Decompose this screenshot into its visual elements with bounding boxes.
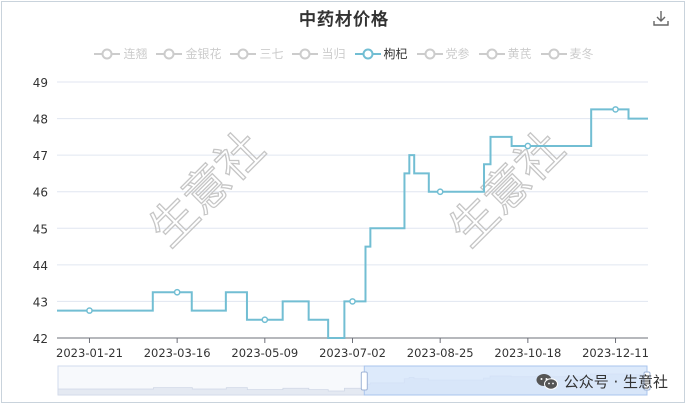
legend-item[interactable]: 枸杞 xyxy=(354,45,408,62)
legend-line-marker-icon xyxy=(230,48,257,59)
y-tick-label: 47 xyxy=(33,149,48,163)
x-tick-label: 2023-07-02 xyxy=(319,346,386,360)
chart-watermark-text: 生意社 xyxy=(439,121,575,257)
legend-item-label: 麦冬 xyxy=(569,47,594,61)
data-point xyxy=(261,316,269,324)
x-tick-label: 2023-01-21 xyxy=(56,346,123,360)
y-tick-label: 45 xyxy=(33,222,48,236)
legend-item[interactable]: 金银花 xyxy=(156,45,221,62)
legend-line-marker-icon xyxy=(292,48,319,59)
legend-item-label: 三七 xyxy=(259,47,284,61)
data-point xyxy=(173,288,181,296)
legend-item[interactable]: 党参 xyxy=(416,45,470,62)
y-tick-label: 48 xyxy=(33,113,48,127)
data-point xyxy=(86,307,93,314)
y-tick-label: 43 xyxy=(33,295,48,309)
data-point xyxy=(349,298,356,305)
legend-item-label: 党参 xyxy=(445,47,470,61)
legend-item[interactable]: 黄芪 xyxy=(478,45,532,62)
legend-line-marker-icon xyxy=(540,48,567,59)
x-tick-label: 2023-05-09 xyxy=(231,346,298,360)
legend-item[interactable]: 连翘 xyxy=(94,45,147,62)
y-tick-label: 49 xyxy=(33,76,48,90)
legend-line-marker-icon xyxy=(478,48,505,59)
legend-item-label: 连翘 xyxy=(123,47,148,61)
legend-item-label: 金银花 xyxy=(185,47,222,61)
wechat-icon xyxy=(536,373,558,390)
legend-item[interactable]: 麦冬 xyxy=(540,45,594,62)
y-tick-label: 46 xyxy=(33,186,48,200)
data-point xyxy=(524,142,532,150)
chart-watermark-text: 生意社 xyxy=(139,121,275,257)
legend-line-marker-icon xyxy=(94,48,121,59)
watermark-layer: 生意社 生意社 xyxy=(138,120,575,257)
legend-item[interactable]: 当归 xyxy=(292,45,346,62)
chart-legend: 连翘 金银花 三七 当归 枸杞 党参 黄芪 麦冬 xyxy=(0,45,688,62)
data-point xyxy=(612,106,619,113)
y-tick-label: 42 xyxy=(33,332,48,346)
chart-title: 中药材价格 xyxy=(299,10,389,30)
x-tick-label: 2023-12-11 xyxy=(582,346,649,360)
zoom-handle-left[interactable] xyxy=(360,371,368,391)
legend-item-label: 黄芪 xyxy=(507,47,532,61)
social-watermark: 公众号 · 生意社 xyxy=(536,371,668,392)
y-tick-label: 44 xyxy=(33,259,48,273)
legend-line-marker-icon xyxy=(156,48,183,59)
legend-line-marker-icon xyxy=(416,48,443,59)
legend-line-marker-icon xyxy=(354,48,381,59)
x-tick-label: 2023-03-16 xyxy=(144,346,211,360)
social-watermark-text: 公众号 · 生意社 xyxy=(563,373,668,391)
legend-item[interactable]: 三七 xyxy=(230,45,283,62)
legend-item-label: 枸杞 xyxy=(383,47,408,61)
data-point xyxy=(436,188,444,196)
download-icon[interactable] xyxy=(652,9,670,27)
x-tick-label: 2023-08-25 xyxy=(407,346,474,360)
x-tick-label: 2023-10-18 xyxy=(494,346,561,360)
legend-item-label: 当归 xyxy=(321,47,346,61)
